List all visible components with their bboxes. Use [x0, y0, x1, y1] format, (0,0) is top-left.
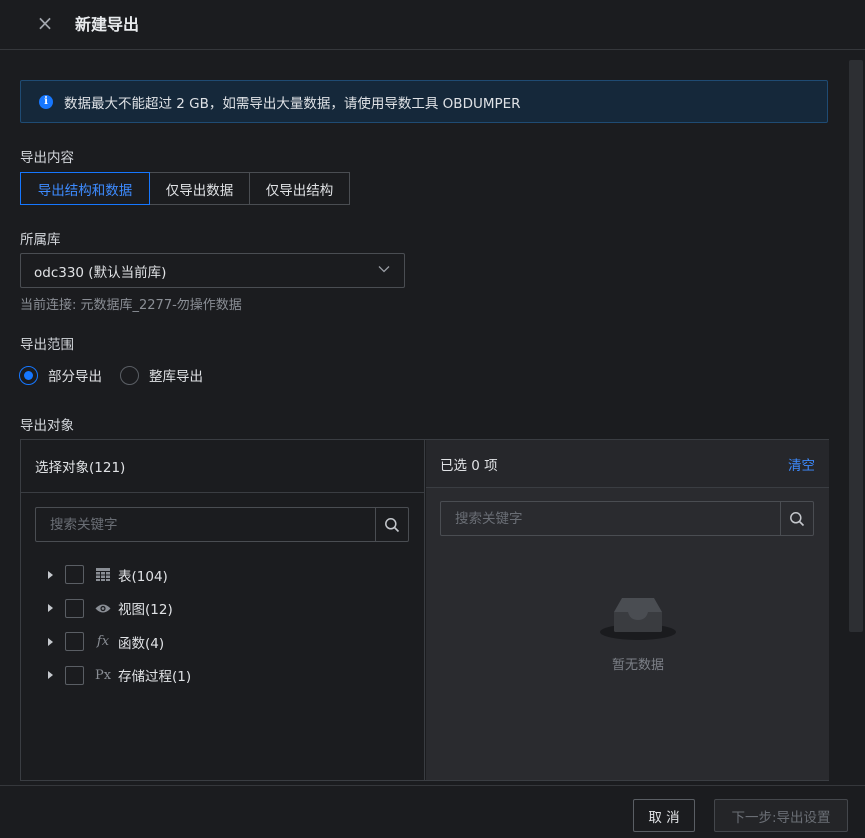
caret-right-icon[interactable] [48, 570, 53, 579]
modal-title: 新建导出 [75, 15, 140, 34]
option-structure-and-data[interactable]: 导出结构和数据 [20, 172, 150, 205]
checkbox-views[interactable] [65, 598, 84, 618]
radio-partial-circle[interactable] [19, 365, 38, 385]
export-scope-label: 导出范围 [20, 337, 74, 353]
caret-right-icon[interactable] [48, 637, 53, 646]
radio-partial-label: 部分导出 [48, 369, 102, 385]
transfer-right-panel: 已选 0 项 清空 暂无数据 [426, 440, 829, 780]
alert-text: 数据最大不能超过 2 GB，如需导出大量数据，请使用导数工具 OBDUMPER [64, 95, 521, 112]
scrollbar[interactable] [849, 60, 863, 632]
object-transfer: 选择对象(121) 表(104) 视图(12) [20, 439, 829, 781]
right-search [440, 501, 814, 536]
checkbox-functions[interactable] [65, 632, 84, 652]
export-objects-label: 导出对象 [20, 418, 74, 434]
option-data-only[interactable]: 仅导出数据 [149, 172, 250, 205]
function-icon: fx [96, 634, 110, 650]
export-content-segmented: 导出结构和数据 仅导出数据 仅导出结构 [20, 172, 350, 205]
object-tree: 表(104) 视图(12) fx 函数(4) Px 存储过程(1) [41, 558, 191, 692]
left-panel-title: 选择对象(121) [21, 440, 424, 493]
tree-label-views: 视图(12) [118, 602, 173, 619]
export-scope-radio-group: 部分导出 整库导出 [19, 365, 221, 385]
left-search [35, 507, 409, 542]
tree-item-tables[interactable]: 表(104) [41, 558, 191, 592]
next-button[interactable]: 下一步:导出设置 [714, 799, 848, 832]
tree-item-views[interactable]: 视图(12) [41, 592, 191, 626]
tree-item-functions[interactable]: fx 函数(4) [41, 625, 191, 659]
info-icon: i [39, 94, 53, 109]
radio-full-label: 整库导出 [149, 369, 203, 385]
export-content-label: 导出内容 [20, 150, 74, 166]
database-label: 所属库 [20, 232, 61, 248]
tree-label-tables: 表(104) [118, 568, 168, 585]
transfer-left-panel: 选择对象(121) 表(104) 视图(12) [21, 440, 425, 780]
procedure-icon: Px [94, 667, 112, 683]
info-alert: i 数据最大不能超过 2 GB，如需导出大量数据，请使用导数工具 OBDUMPE… [20, 80, 828, 123]
chevron-down-icon [378, 266, 390, 273]
radio-full-circle[interactable] [120, 365, 139, 385]
connection-hint: 当前连接: 元数据库_2277-勿操作数据 [20, 298, 242, 313]
left-search-input[interactable] [36, 508, 375, 541]
modal-footer: 取 消 下一步:导出设置 [0, 785, 865, 838]
checkbox-procedures[interactable] [65, 665, 84, 685]
caret-right-icon[interactable] [48, 604, 53, 613]
right-search-input[interactable] [441, 502, 780, 535]
search-icon[interactable] [780, 502, 813, 535]
table-icon [95, 567, 111, 583]
cancel-button[interactable]: 取 消 [633, 799, 695, 832]
right-panel-title: 已选 0 项 [426, 440, 829, 488]
empty-inbox-icon [600, 598, 676, 640]
checkbox-tables[interactable] [65, 565, 84, 585]
empty-text: 暂无数据 [611, 658, 664, 673]
caret-right-icon[interactable] [48, 671, 53, 680]
eye-icon [95, 600, 111, 616]
tree-item-procedures[interactable]: Px 存储过程(1) [41, 659, 191, 693]
option-structure-only[interactable]: 仅导出结构 [249, 172, 350, 205]
radio-partial-export[interactable]: 部分导出 [19, 365, 102, 385]
empty-state: 暂无数据 [598, 590, 678, 673]
tree-label-procedures: 存储过程(1) [118, 669, 192, 686]
database-select[interactable]: odc330 (默认当前库) [20, 253, 405, 288]
radio-full-export[interactable]: 整库导出 [120, 365, 203, 385]
clear-button[interactable]: 清空 [788, 454, 815, 474]
search-icon[interactable] [375, 508, 408, 541]
right-panel-title-text: 已选 0 项 [440, 457, 498, 474]
database-select-value: odc330 (默认当前库) [34, 264, 167, 281]
left-panel-title-text: 选择对象(121) [35, 460, 126, 476]
modal-header: × 新建导出 [0, 0, 865, 50]
tree-label-functions: 函数(4) [118, 635, 165, 652]
close-icon[interactable]: × [34, 12, 56, 34]
